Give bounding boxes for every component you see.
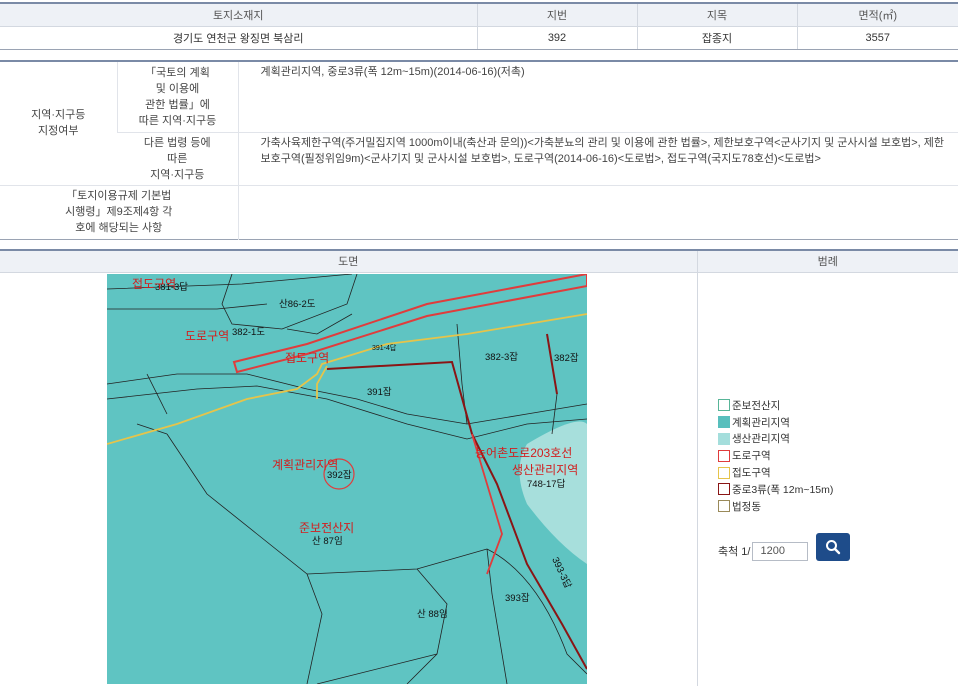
legend-label: 도로구역 — [732, 450, 771, 463]
legend-item: 법정동 — [718, 498, 833, 515]
cell-location: 경기도 연천군 왕징면 북삼리 — [0, 26, 477, 50]
legend-item: 계획관리지역 — [718, 414, 833, 431]
scale-search-button[interactable] — [816, 533, 851, 561]
national-law-label: 「국토의 계획 및 이용에 관한 법률」에 따른 지역·지구등 — [116, 61, 238, 133]
cadastral-map[interactable]: 381-3답 산86-2도 382-1도 391-4답 382-3잡 382잡 … — [107, 274, 587, 684]
legend-label: 생산관리지역 — [732, 433, 790, 446]
header-land-category: 지목 — [636, 3, 797, 27]
land-info-header-row: 토지소재지 지번 지목 면적(㎡) — [0, 3, 958, 27]
map-legend: 준보전산지계획관리지역생산관리지역도로구역접도구역중로3류(폭 12m~15m)… — [718, 397, 833, 515]
legend-item: 접도구역 — [718, 464, 833, 481]
header-lot-number: 지번 — [476, 3, 637, 27]
legend-header: 범례 — [696, 250, 958, 273]
legend-label: 준보전산지 — [732, 399, 781, 412]
zoning-row-regulation: 「토지이용규제 기본법 시행령」제9조제4항 각 호에 해당되는 사항 — [0, 185, 958, 239]
legend-swatch — [718, 500, 730, 513]
scale-input[interactable] — [752, 541, 809, 561]
national-law-value: 계획관리지역, 중로3류(폭 12m~15m)(2014-06-16)(저촉) — [237, 61, 958, 133]
legend-swatch — [718, 449, 730, 462]
zoning-table: 지역·지구등 지정여부 「국토의 계획 및 이용에 관한 법률」에 따른 지역·… — [0, 60, 958, 240]
map-label-parcel-382-1: 382-1도 — [232, 327, 265, 338]
map-label-parcel-382: 382잡 — [554, 352, 579, 364]
map-label-semi-forest: 준보전산지 — [299, 521, 354, 535]
cell-lot-number: 392 — [476, 26, 637, 50]
map-label-planned-zone: 계획관리지역 — [272, 458, 338, 472]
cell-area: 3557 — [796, 26, 958, 50]
other-law-value: 가축사육제한구역(주거밀집지역 1000m이내(축산과 문의))<가축분뇨의 관… — [237, 132, 958, 186]
header-location: 토지소재지 — [0, 3, 477, 27]
legend-label: 계획관리지역 — [732, 416, 790, 429]
scale-label: 축척 1/ — [718, 546, 751, 558]
map-label-access-zone-top: 접도구역 — [132, 277, 176, 291]
scale-control: 축척 1/ — [718, 533, 851, 561]
legend-label: 중로3류(폭 12m~15m) — [732, 483, 834, 496]
regulation-value — [237, 185, 958, 239]
zoning-row-other: 다른 법령 등에 따른 지역·지구등 가축사육제한구역(주거밀집지역 1000m… — [0, 132, 958, 186]
legend-item: 중로3류(폭 12m~15m) — [718, 481, 833, 498]
legend-item: 생산관리지역 — [718, 431, 833, 448]
map-header: 도면 — [0, 250, 697, 273]
cell-land-category: 잡종지 — [636, 26, 797, 50]
map-label-parcel-391-4: 391-4답 — [372, 343, 397, 352]
map-label-road-zone-a: 도로구역 — [185, 329, 229, 343]
map-label-parcel-san88: 산 88임 — [417, 608, 448, 620]
other-law-label: 다른 법령 등에 따른 지역·지구등 — [117, 132, 238, 186]
legend-swatch — [718, 399, 730, 412]
legend-label: 접도구역 — [732, 467, 771, 480]
map-label-parcel-san87: 산 87임 — [312, 535, 343, 547]
map-label-parcel-393: 393잡 — [505, 592, 530, 604]
legend-item: 도로구역 — [718, 447, 833, 464]
legend-swatch — [718, 416, 730, 429]
legend-label: 법정동 — [732, 500, 761, 513]
land-info-row: 경기도 연천군 왕징면 북삼리 392 잡종지 3557 — [0, 26, 958, 50]
map-label-parcel-382-3: 382-3잡 — [485, 351, 518, 363]
search-icon — [826, 540, 841, 555]
legend-swatch — [718, 466, 730, 479]
map-label-parcel-748-17: 748-17답 — [527, 478, 566, 490]
map-label-parcel-391: 391잡 — [367, 386, 392, 398]
zoning-section-label: 지역·지구등 지정여부 — [0, 61, 117, 186]
land-info-table: 토지소재지 지번 지목 면적(㎡) 경기도 연천군 왕징면 북삼리 392 잡종… — [0, 2, 958, 50]
legend-item: 준보전산지 — [718, 397, 833, 414]
legend-swatch — [718, 432, 730, 445]
map-label-production-zone: 생산관리지역 — [512, 463, 578, 477]
map-label-access-zone-b: 접도구역 — [285, 351, 329, 365]
zoning-row-national: 지역·지구등 지정여부 「국토의 계획 및 이용에 관한 법률」에 따른 지역·… — [0, 61, 958, 186]
map-label-road-203: 농어촌도로203호선 — [475, 446, 572, 460]
header-area: 면적(㎡) — [796, 3, 958, 27]
regulation-label: 「토지이용규제 기본법 시행령」제9조제4항 각 호에 해당되는 사항 — [0, 185, 238, 239]
map-label-parcel-san86-2: 산86-2도 — [279, 299, 316, 310]
legend-swatch — [718, 483, 730, 496]
